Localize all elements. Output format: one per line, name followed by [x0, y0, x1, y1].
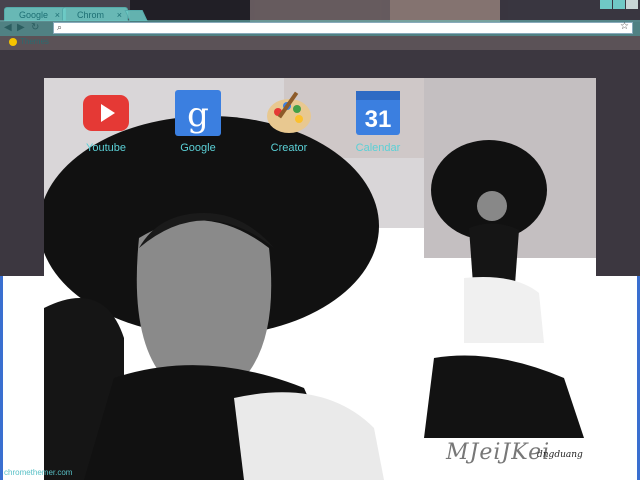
reload-icon[interactable]: ↻ [31, 22, 39, 34]
tab-label: Google [19, 10, 49, 20]
google-icon: g [173, 88, 223, 138]
signature-logo: MJeiJKei [446, 440, 551, 465]
search-icon: ⌕ [57, 22, 63, 32]
minimize-button[interactable] [600, 0, 612, 9]
palette-icon [264, 88, 314, 138]
tab-label: Chrom [77, 10, 105, 20]
bookmark-favicon-icon [9, 37, 17, 46]
svg-text:g: g [187, 95, 209, 135]
omnibox-input[interactable] [68, 23, 608, 33]
ntp-apps: Youtube g Google Creator 31 Calendar [44, 78, 596, 158]
tab-chrome[interactable]: Chrom × [62, 7, 128, 21]
youtube-icon [81, 88, 131, 138]
app-youtube[interactable]: Youtube [66, 88, 146, 154]
back-icon[interactable]: ◀ [4, 22, 12, 34]
app-creator[interactable]: Creator [249, 88, 329, 154]
maximize-button[interactable] [613, 0, 625, 9]
tab-strip: Google × Chrom × [0, 0, 640, 21]
app-label: Google [180, 142, 216, 154]
bookmark-label: Themes [20, 37, 49, 46]
forward-icon[interactable]: ▶ [17, 22, 25, 34]
app-label: Calendar [355, 142, 401, 154]
window-controls [600, 0, 640, 10]
window-edge-left [0, 276, 3, 480]
bookmarks-bar: Themes [0, 36, 640, 49]
app-calendar[interactable]: 31 Calendar [338, 88, 418, 154]
footer-link[interactable]: chromethemer.com [4, 468, 72, 477]
app-label: Youtube [86, 142, 126, 154]
calendar-badge: 31 [365, 106, 392, 133]
app-google[interactable]: g Google [158, 88, 238, 154]
calendar-icon: 31 [353, 88, 403, 138]
close-window-button[interactable] [626, 0, 638, 9]
tab-google[interactable]: Google × [4, 7, 66, 21]
app-label: Creator [270, 142, 308, 154]
omnibox[interactable]: ⌕ ☆ [53, 21, 633, 34]
bookmark-item[interactable]: Themes [9, 37, 49, 46]
star-icon[interactable]: ☆ [620, 21, 629, 32]
signature-small: dngduang [537, 450, 583, 460]
